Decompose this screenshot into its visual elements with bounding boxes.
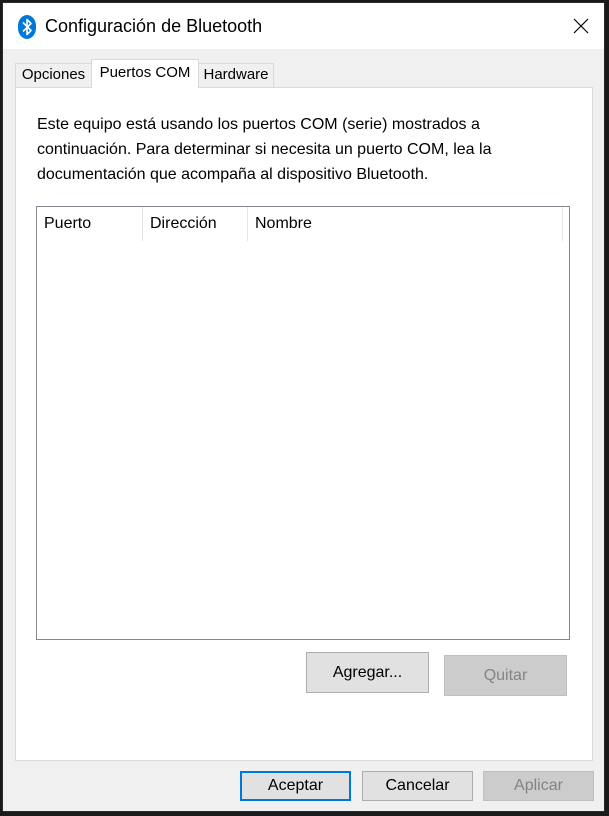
tab-panel-puertos-com: Este equipo está usando los puertos COM … — [15, 87, 593, 761]
title-bar[interactable]: Configuración de Bluetooth — [3, 3, 604, 49]
close-button[interactable] — [558, 3, 604, 49]
remove-button[interactable]: Quitar — [444, 655, 567, 696]
tab-puertos-com[interactable]: Puertos COM — [91, 59, 199, 88]
description-text: Este equipo está usando los puertos COM … — [37, 116, 492, 183]
bluetooth-settings-dialog: Configuración de Bluetooth Opciones Puer… — [2, 2, 605, 812]
apply-button[interactable]: Aplicar — [483, 771, 594, 801]
list-header: Puerto Dirección Nombre — [37, 207, 569, 241]
com-ports-list[interactable]: Puerto Dirección Nombre — [36, 206, 570, 640]
close-icon — [573, 18, 589, 34]
window-title: Configuración de Bluetooth — [45, 16, 263, 36]
bluetooth-icon — [18, 15, 36, 39]
tab-opciones[interactable]: Opciones — [15, 63, 92, 87]
ok-button[interactable]: Aceptar — [240, 771, 351, 801]
column-header-direccion[interactable]: Dirección — [143, 207, 248, 241]
add-button[interactable]: Agregar... — [306, 652, 429, 693]
cancel-button[interactable]: Cancelar — [362, 771, 473, 801]
column-header-puerto[interactable]: Puerto — [37, 207, 143, 241]
tab-hardware[interactable]: Hardware — [198, 63, 274, 87]
column-header-nombre[interactable]: Nombre — [248, 207, 563, 241]
